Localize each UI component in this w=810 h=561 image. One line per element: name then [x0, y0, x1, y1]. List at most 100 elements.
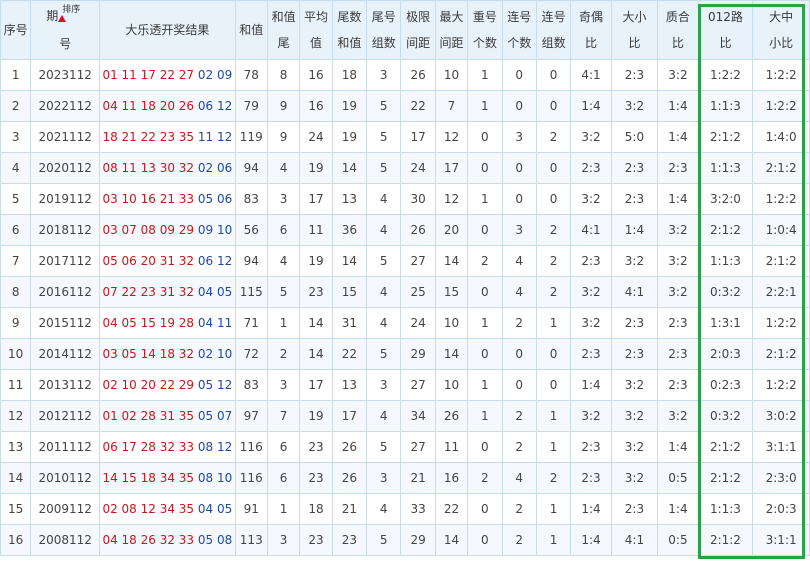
cell-repeat: 0	[467, 152, 503, 184]
cell-tail-groups: 5	[366, 524, 402, 556]
cell-consec-groups: 1	[535, 400, 572, 432]
header-text: 比	[628, 36, 641, 50]
sort-label[interactable]: 排序	[62, 5, 80, 15]
cell-big-small: 2:3	[610, 338, 659, 370]
cell-draw-result: 18 21 22 23 35 11 12	[99, 121, 236, 153]
cell-consec-groups: 0	[535, 59, 572, 91]
cell-prime: 3:2	[657, 245, 699, 277]
cell-no: 5	[0, 183, 32, 215]
header-text: 平均	[303, 10, 328, 24]
cell-tail-groups: 3	[366, 462, 402, 494]
cell-bms: 1:2:2	[752, 183, 810, 215]
cell-sum-tail: 4	[266, 245, 301, 277]
cell-limit-gap: 30	[400, 183, 436, 215]
cell-issue: 2022112	[30, 90, 101, 122]
column-header-0: 序号	[0, 0, 32, 60]
column-header-2: 大乐透开奖结果	[99, 0, 236, 60]
red-balls: 18 21 22 23 35	[102, 130, 195, 144]
blue-balls: 08 12	[194, 440, 233, 454]
cell-avg: 11	[299, 214, 333, 246]
cell-big-small: 4:1	[610, 524, 659, 556]
column-header-15: 质合比	[657, 0, 699, 60]
cell-r012: 2:1:2	[697, 462, 754, 494]
header-text: 序号	[3, 23, 28, 37]
cell-bms: 1:4:0	[752, 121, 810, 153]
cell-repeat: 0	[467, 338, 503, 370]
cell-r012: 0:2:3	[697, 369, 754, 401]
cell-consec: 0	[501, 369, 537, 401]
cell-draw-result: 02 08 12 34 35 04 05	[99, 493, 236, 525]
cell-big-small: 2:3	[610, 183, 659, 215]
cell-tail-groups: 4	[366, 307, 402, 339]
column-header-4: 和值尾	[266, 0, 301, 60]
cell-consec-groups: 2	[535, 276, 572, 308]
table-row: 5 2019112 03 10 16 21 33 05 06 83 3 17 13 4 30 12…	[0, 183, 810, 215]
cell-avg: 19	[299, 152, 333, 184]
cell-odd-even: 3:2	[570, 183, 612, 215]
cell-avg: 19	[299, 400, 333, 432]
cell-repeat: 2	[467, 462, 503, 494]
cell-tail-sum: 23	[331, 524, 368, 556]
cell-prime: 2:3	[657, 338, 699, 370]
red-balls: 05 06 20 31 32	[102, 254, 195, 268]
column-header-8: 极限 间距	[400, 0, 436, 60]
cell-odd-even: 4:1	[570, 59, 612, 91]
header-text: 小比	[769, 36, 794, 50]
cell-draw-result: 07 22 23 31 32 04 05	[99, 276, 236, 308]
cell-odd-even: 1:4	[570, 524, 612, 556]
cell-odd-even: 2:3	[570, 462, 612, 494]
cell-consec-groups: 0	[535, 369, 572, 401]
cell-max-gap: 10	[434, 59, 469, 91]
column-header-1[interactable]: 期排序号	[30, 0, 101, 60]
cell-r012: 2:1:2	[697, 431, 754, 463]
cell-tail-sum: 19	[331, 90, 368, 122]
sort-arrow-icon[interactable]	[58, 15, 67, 22]
red-balls: 06 17 28 32 33	[102, 440, 195, 454]
table-body: 1 2023112 01 11 17 22 27 02 09 78 8 16 18 3 26 10…	[0, 59, 810, 556]
cell-max-gap: 10	[434, 307, 469, 339]
cell-limit-gap: 26	[400, 59, 436, 91]
cell-draw-result: 03 10 16 21 33 05 06	[99, 183, 236, 215]
cell-issue: 2012112	[30, 400, 101, 432]
table-row: 15 2009112 02 08 12 34 35 04 05 91 1 18 21 4 33 2…	[0, 493, 810, 525]
cell-max-gap: 14	[434, 338, 469, 370]
header-text: 大中	[769, 10, 794, 24]
red-balls: 01 02 28 31 35	[102, 409, 195, 423]
cell-avg: 23	[299, 524, 333, 556]
cell-tail-groups: 5	[366, 90, 402, 122]
cell-avg: 17	[299, 369, 333, 401]
column-header-11: 连号 个数	[501, 0, 537, 60]
cell-consec-groups: 1	[535, 307, 572, 339]
cell-limit-gap: 24	[400, 152, 436, 184]
cell-odd-even: 3:2	[570, 276, 612, 308]
cell-sum-tail: 6	[266, 462, 301, 494]
cell-sum-tail: 6	[266, 214, 301, 246]
cell-consec-groups: 2	[535, 462, 572, 494]
cell-sum: 79	[234, 90, 268, 122]
cell-no: 13	[0, 431, 32, 463]
cell-no: 6	[0, 214, 32, 246]
header-text: 尾	[277, 36, 290, 50]
cell-repeat: 1	[467, 90, 503, 122]
red-balls: 07 22 23 31 32	[102, 285, 195, 299]
cell-limit-gap: 27	[400, 431, 436, 463]
header-text: 极限	[406, 10, 431, 24]
cell-avg: 19	[299, 245, 333, 277]
cell-tail-sum: 22	[331, 338, 368, 370]
cell-prime: 1:4	[657, 121, 699, 153]
cell-max-gap: 26	[434, 400, 469, 432]
cell-repeat: 1	[467, 59, 503, 91]
blue-balls: 02 06	[194, 161, 233, 175]
cell-odd-even: 4:1	[570, 214, 612, 246]
header-text: 个数	[472, 36, 497, 50]
cell-avg: 23	[299, 276, 333, 308]
header-text: 012路	[708, 10, 743, 24]
cell-max-gap: 12	[434, 121, 469, 153]
cell-sum: 115	[234, 276, 268, 308]
cell-issue: 2016112	[30, 276, 101, 308]
red-balls: 03 10 16 21 33	[102, 192, 195, 206]
cell-sum: 116	[234, 431, 268, 463]
cell-odd-even: 2:3	[570, 152, 612, 184]
red-balls: 08 11 13 30 32	[102, 161, 195, 175]
cell-limit-gap: 22	[400, 90, 436, 122]
